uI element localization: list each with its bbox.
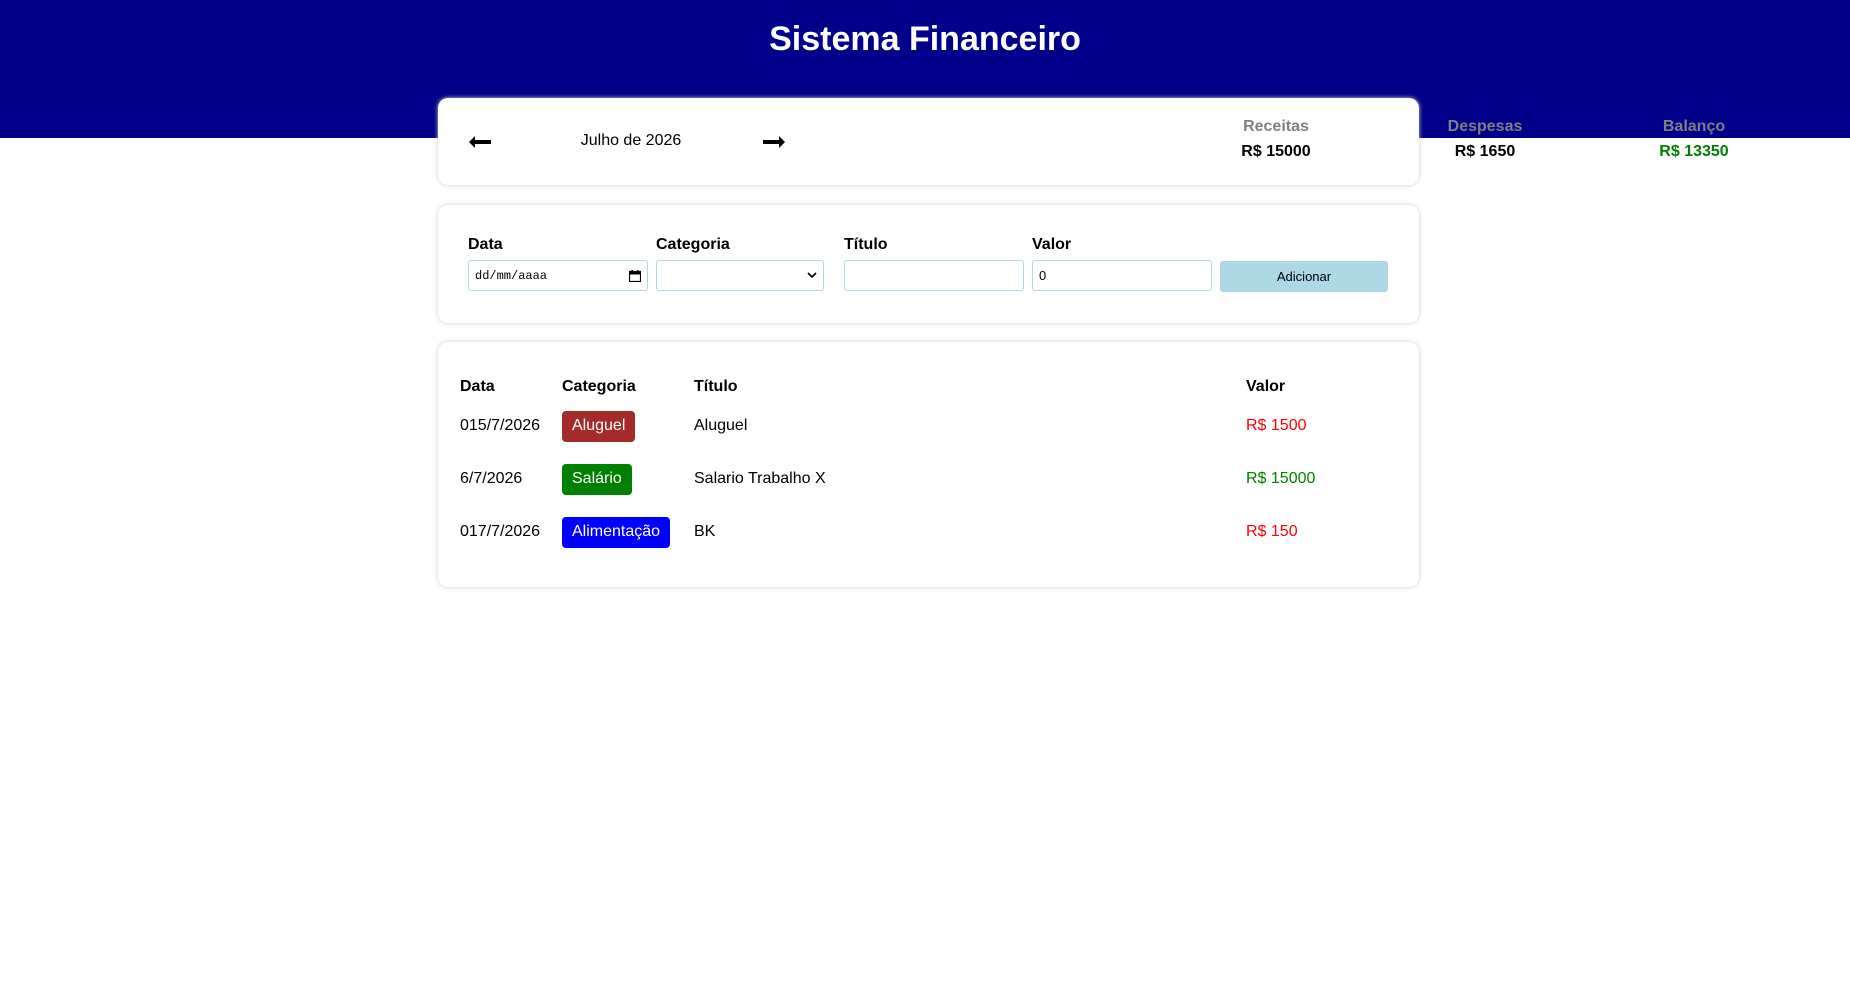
title-field-group: Título	[844, 236, 1024, 291]
category-badge: Aluguel	[562, 410, 636, 442]
table-row: 015/7/2026 Aluguel Aluguel R$ 1500	[438, 410, 1419, 450]
date-placeholder: dd/mm/aaaa	[475, 268, 548, 283]
category-select[interactable]	[656, 260, 824, 291]
header-category: Categoria	[562, 378, 636, 395]
row-category-cell: Alimentação	[562, 516, 671, 548]
value-label: Valor	[1032, 236, 1072, 253]
category-badge: Salário	[562, 463, 632, 495]
header-title: Título	[694, 378, 738, 395]
table-row: 6/7/2026 Salário Salario Trabalho X R$ 1…	[438, 463, 1419, 503]
row-value: R$ 1500	[1246, 417, 1307, 434]
category-field-group: Categoria	[656, 236, 824, 291]
row-title: Salario Trabalho X	[694, 470, 826, 487]
current-month: Julho de 2026	[580, 132, 682, 149]
row-value: R$ 150	[1246, 523, 1298, 540]
chevron-down-icon	[807, 272, 817, 279]
expense-value: R$ 1650	[1454, 143, 1516, 160]
date-label: Data	[468, 236, 503, 253]
row-date: 6/7/2026	[460, 470, 523, 487]
income-summary: Receitas R$ 15000	[1206, 118, 1346, 161]
page-title: Sistema Financeiro	[769, 20, 1081, 58]
date-field-group: Data dd/mm/aaaa	[468, 236, 648, 291]
header-value: Valor	[1246, 378, 1286, 395]
row-date: 015/7/2026	[460, 417, 541, 434]
table-row: 017/7/2026 Alimentação BK R$ 150	[438, 516, 1419, 556]
row-value: R$ 15000	[1246, 470, 1316, 487]
balance-value: R$ 13350	[1659, 143, 1729, 160]
transactions-table: Data Categoria Título Valor 015/7/2026 A…	[438, 342, 1419, 587]
row-category-cell: Salário	[562, 463, 632, 495]
value-input-value: 0	[1039, 268, 1047, 283]
add-button[interactable]: Adicionar	[1220, 261, 1388, 292]
balance-summary: Balanço R$ 13350	[1624, 118, 1764, 161]
title-label: Título	[844, 236, 888, 253]
income-value: R$ 15000	[1241, 143, 1311, 160]
value-field-group: Valor 0	[1032, 236, 1212, 291]
balance-label: Balanço	[1662, 118, 1726, 135]
info-area: Julho de 2026 Receitas R$ 15000 Despesas…	[438, 98, 1729, 185]
month-navigation: Julho de 2026	[466, 98, 1206, 185]
expense-summary: Despesas R$ 1650	[1415, 118, 1555, 161]
input-area: Data dd/mm/aaaa Categoria Título Valor 0…	[438, 205, 1419, 323]
value-input[interactable]: 0	[1032, 260, 1212, 291]
title-input[interactable]	[844, 260, 1024, 291]
category-badge: Alimentação	[562, 516, 671, 548]
row-title: Aluguel	[694, 417, 748, 434]
income-label: Receitas	[1243, 118, 1309, 135]
date-input[interactable]: dd/mm/aaaa	[468, 260, 648, 291]
header-date: Data	[460, 378, 495, 395]
row-title: BK	[694, 523, 716, 540]
calendar-icon[interactable]	[629, 269, 641, 282]
category-label: Categoria	[656, 236, 730, 253]
arrow-right-icon[interactable]	[760, 128, 788, 156]
expense-label: Despesas	[1447, 118, 1523, 135]
row-category-cell: Aluguel	[562, 410, 636, 442]
row-date: 017/7/2026	[460, 523, 541, 540]
arrow-left-icon[interactable]	[466, 128, 494, 156]
